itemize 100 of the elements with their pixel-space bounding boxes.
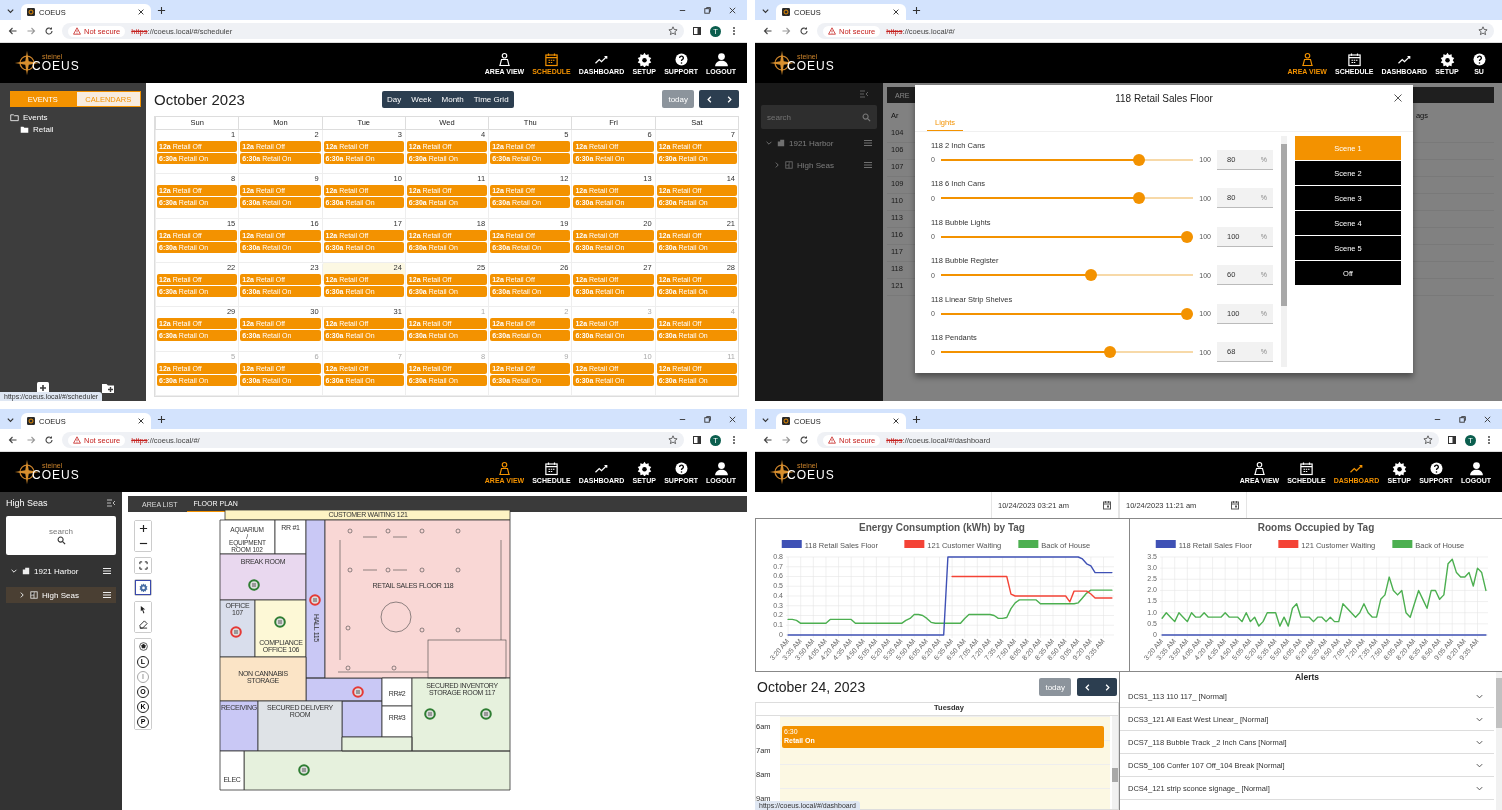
new-tab-icon[interactable] [157, 6, 166, 15]
sensor-icon[interactable] [248, 579, 260, 591]
new-tab-icon[interactable] [912, 415, 921, 424]
fit-button[interactable] [135, 558, 151, 573]
slider[interactable] [940, 346, 1194, 359]
add-folder-icon[interactable] [101, 381, 116, 395]
tab-search-icon[interactable] [761, 6, 770, 15]
side-panel-icon[interactable] [692, 435, 702, 445]
star-icon[interactable] [668, 26, 678, 36]
tree-item[interactable]: 1921 Harbor [6, 563, 116, 579]
restore-icon[interactable] [703, 5, 712, 15]
view-button[interactable]: Day [382, 90, 407, 108]
menu-icon[interactable] [102, 590, 112, 600]
scrollbar[interactable] [1112, 716, 1118, 809]
slider[interactable] [940, 153, 1194, 166]
sensor-icon[interactable] [352, 686, 364, 698]
logo-text: COEUS [32, 60, 80, 73]
close-icon[interactable] [892, 417, 900, 425]
sensor-icon[interactable] [274, 616, 286, 628]
back-icon[interactable] [763, 435, 773, 445]
collapse-sidebar-icon[interactable] [106, 498, 116, 508]
tab-search-icon[interactable] [6, 6, 15, 15]
close-icon[interactable] [1393, 93, 1403, 103]
menu-icon[interactable] [102, 566, 112, 576]
calendar-icon [543, 51, 559, 67]
floor-plan-icon [30, 591, 38, 599]
close-icon[interactable] [1483, 414, 1492, 424]
tree-item[interactable]: Events [10, 111, 141, 123]
slider-thumb[interactable] [1085, 269, 1098, 282]
room-area[interactable] [219, 656, 307, 702]
view-button[interactable]: Time Grid [468, 90, 514, 108]
building-icon [777, 139, 785, 147]
tree-item[interactable]: 1921 Harbor [761, 135, 877, 151]
slider-thumb[interactable] [1133, 153, 1146, 166]
back-icon[interactable] [8, 435, 18, 445]
favicon-icon [27, 417, 35, 425]
slider[interactable] [940, 192, 1194, 205]
sensor-icon[interactable] [298, 764, 310, 776]
pointer-button[interactable] [135, 602, 151, 617]
reload-icon[interactable] [44, 26, 54, 36]
tree-item[interactable]: High Seas [761, 157, 877, 173]
collapse-sidebar-icon[interactable] [859, 89, 869, 99]
chevron-icon [18, 591, 26, 599]
room-area[interactable] [257, 700, 343, 752]
slider-thumb[interactable] [1133, 192, 1146, 205]
restore-icon[interactable] [703, 414, 712, 424]
back-icon[interactable] [8, 26, 18, 36]
star-icon[interactable] [1423, 435, 1433, 445]
room-area[interactable] [381, 677, 413, 707]
close-icon[interactable] [892, 8, 900, 16]
slider-thumb[interactable] [1181, 307, 1194, 320]
room-area[interactable] [219, 750, 245, 791]
eraser-button[interactable] [135, 617, 151, 632]
tab-search-icon[interactable] [6, 415, 15, 424]
settings-icon [1439, 51, 1455, 67]
close-icon[interactable] [728, 414, 737, 424]
room-area[interactable] [219, 700, 259, 752]
sensor-icon[interactable] [230, 626, 242, 638]
tree-item[interactable]: High Seas [6, 587, 116, 603]
close-icon[interactable] [137, 417, 145, 425]
restore-icon[interactable] [1458, 414, 1467, 424]
sensor-icon[interactable] [424, 708, 436, 720]
pentagon-icon [138, 642, 148, 651]
new-tab-icon[interactable] [912, 6, 921, 15]
room-area[interactable] [381, 705, 413, 738]
settings-button[interactable] [135, 580, 151, 595]
sensor-icon[interactable] [309, 594, 321, 606]
tree-item[interactable]: Retail [10, 123, 141, 135]
search-field[interactable]: search [6, 516, 116, 555]
slider[interactable] [940, 230, 1194, 243]
shape-button[interactable] [135, 639, 151, 654]
reload-icon[interactable] [44, 435, 54, 445]
new-tab-icon[interactable] [157, 415, 166, 424]
slider[interactable] [940, 269, 1194, 282]
slider-thumb[interactable] [1181, 230, 1194, 243]
room-area[interactable] [219, 519, 276, 555]
room-area[interactable] [274, 519, 307, 555]
room-area[interactable] [219, 553, 307, 601]
side-panel-icon[interactable] [1447, 435, 1457, 445]
reload-icon[interactable] [799, 435, 809, 445]
view-button[interactable]: Week [406, 90, 437, 108]
reload-icon[interactable] [799, 26, 809, 36]
view-button[interactable]: Month [436, 90, 469, 108]
user-icon [713, 51, 729, 67]
person-icon [496, 460, 512, 476]
sensor-icon[interactable] [480, 708, 492, 720]
close-icon[interactable] [137, 8, 145, 16]
star-icon[interactable] [668, 435, 678, 445]
scrollbar[interactable] [1496, 672, 1502, 810]
back-icon[interactable] [763, 26, 773, 36]
slider[interactable] [940, 307, 1194, 320]
slider-thumb[interactable] [1104, 346, 1117, 359]
tab-search-icon[interactable] [761, 415, 770, 424]
building-icon [22, 567, 30, 575]
calendar-icon [1230, 500, 1240, 510]
side-panel-icon[interactable] [692, 26, 702, 36]
close-icon[interactable] [728, 5, 737, 15]
star-icon[interactable] [1478, 26, 1488, 36]
scrollbar[interactable] [1281, 136, 1287, 367]
help-icon [1471, 51, 1487, 67]
